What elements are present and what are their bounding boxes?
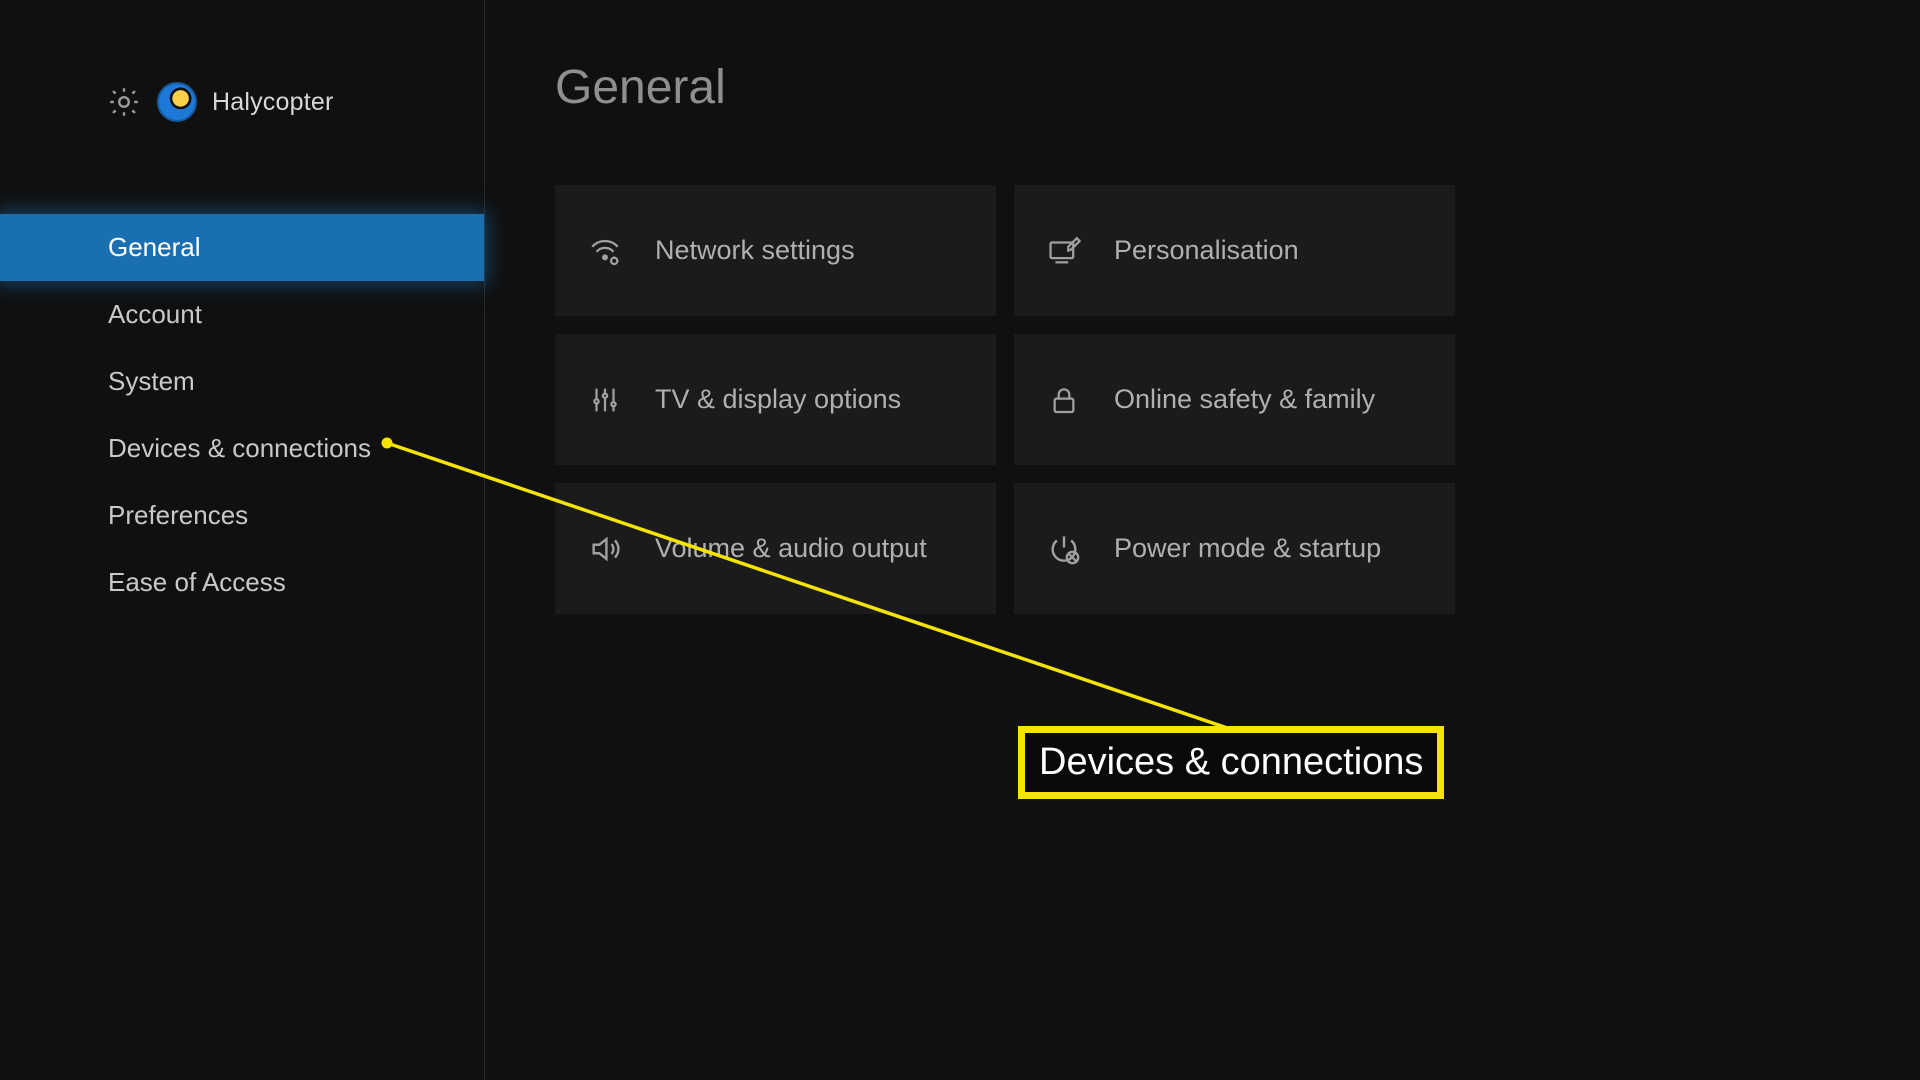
lock-icon [1046, 382, 1082, 418]
tile-label: Online safety & family [1114, 384, 1375, 415]
sidebar-item-label: System [108, 366, 195, 397]
tile-volume-audio[interactable]: Volume & audio output [555, 483, 996, 614]
power-icon [1046, 531, 1082, 567]
tile-online-safety[interactable]: Online safety & family [1014, 334, 1455, 465]
tile-tv-display[interactable]: TV & display options [555, 334, 996, 465]
sidebar-item-label: General [108, 232, 201, 263]
page-title: General [555, 60, 1920, 115]
personalisation-icon [1046, 233, 1082, 269]
sidebar-item-system[interactable]: System [0, 348, 484, 415]
settings-gear-icon [106, 84, 142, 120]
sidebar: Halycopter General Account System Device… [0, 0, 485, 1080]
volume-icon [587, 531, 623, 567]
avatar[interactable] [157, 82, 197, 122]
tile-power-mode[interactable]: Power mode & startup [1014, 483, 1455, 614]
tile-label: Power mode & startup [1114, 533, 1381, 564]
tile-label: Personalisation [1114, 235, 1299, 266]
tile-personalisation[interactable]: Personalisation [1014, 185, 1455, 316]
tile-label: TV & display options [655, 384, 901, 415]
annotation-callout: Devices & connections [1018, 726, 1444, 799]
tile-label: Network settings [655, 235, 855, 266]
tile-network-settings[interactable]: Network settings [555, 185, 996, 316]
sidebar-item-label: Account [108, 299, 202, 330]
sidebar-item-general[interactable]: General [0, 214, 484, 281]
tv-display-icon [587, 382, 623, 418]
tile-grid: Network settings Personalisation [555, 185, 1920, 614]
sidebar-nav: General Account System Devices & connect… [0, 214, 484, 616]
sidebar-item-label: Preferences [108, 500, 248, 531]
sidebar-item-account[interactable]: Account [0, 281, 484, 348]
sidebar-item-label: Ease of Access [108, 567, 286, 598]
sidebar-item-devices-connections[interactable]: Devices & connections [0, 415, 484, 482]
sidebar-item-ease-of-access[interactable]: Ease of Access [0, 549, 484, 616]
network-icon [587, 233, 623, 269]
profile-row: Halycopter [0, 0, 484, 122]
sidebar-item-preferences[interactable]: Preferences [0, 482, 484, 549]
annotation-callout-text: Devices & connections [1039, 741, 1423, 783]
tile-label: Volume & audio output [655, 533, 927, 564]
username: Halycopter [212, 88, 334, 117]
main-content: General Network settings [485, 0, 1920, 1080]
sidebar-item-label: Devices & connections [108, 433, 371, 464]
